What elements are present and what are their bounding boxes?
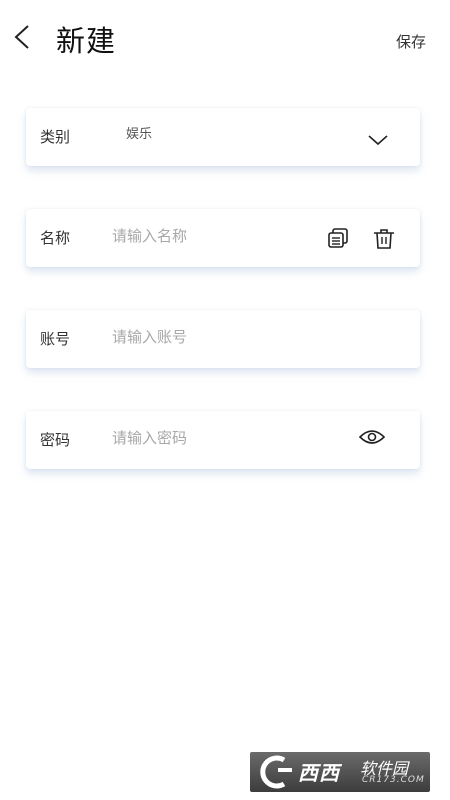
name-card: 名称	[26, 209, 420, 267]
watermark-logo: 西西 软件园 CR173.COM	[250, 752, 430, 792]
delete-button[interactable]	[372, 227, 396, 251]
account-input[interactable]	[112, 324, 292, 350]
password-input[interactable]	[112, 425, 292, 451]
page-title: 新建	[56, 24, 117, 58]
toggle-password-visibility-button[interactable]	[358, 425, 386, 449]
name-input[interactable]	[112, 223, 292, 249]
save-button[interactable]: 保存	[396, 31, 426, 52]
name-label: 名称	[40, 229, 71, 247]
copy-button[interactable]	[326, 227, 350, 251]
eye-icon	[358, 430, 386, 444]
category-value[interactable]: 娱乐	[126, 123, 152, 142]
watermark-brand: 西西	[298, 761, 340, 785]
trash-icon	[374, 229, 394, 249]
category-label: 类别	[40, 128, 71, 146]
category-card[interactable]: 类别 娱乐	[26, 108, 420, 166]
account-card: 账号	[26, 310, 420, 368]
chevron-left-icon	[14, 25, 29, 49]
account-label: 账号	[40, 330, 71, 348]
back-button[interactable]	[8, 20, 38, 54]
copy-icon	[328, 228, 348, 248]
password-label: 密码	[40, 431, 71, 449]
watermark-site: CR173.COM	[362, 775, 425, 785]
chevron-down-icon	[368, 135, 388, 146]
category-dropdown-button[interactable]	[366, 128, 390, 152]
password-card: 密码	[26, 411, 420, 469]
header: 新建 保存	[0, 0, 450, 80]
cr173-logo-icon	[260, 755, 292, 789]
